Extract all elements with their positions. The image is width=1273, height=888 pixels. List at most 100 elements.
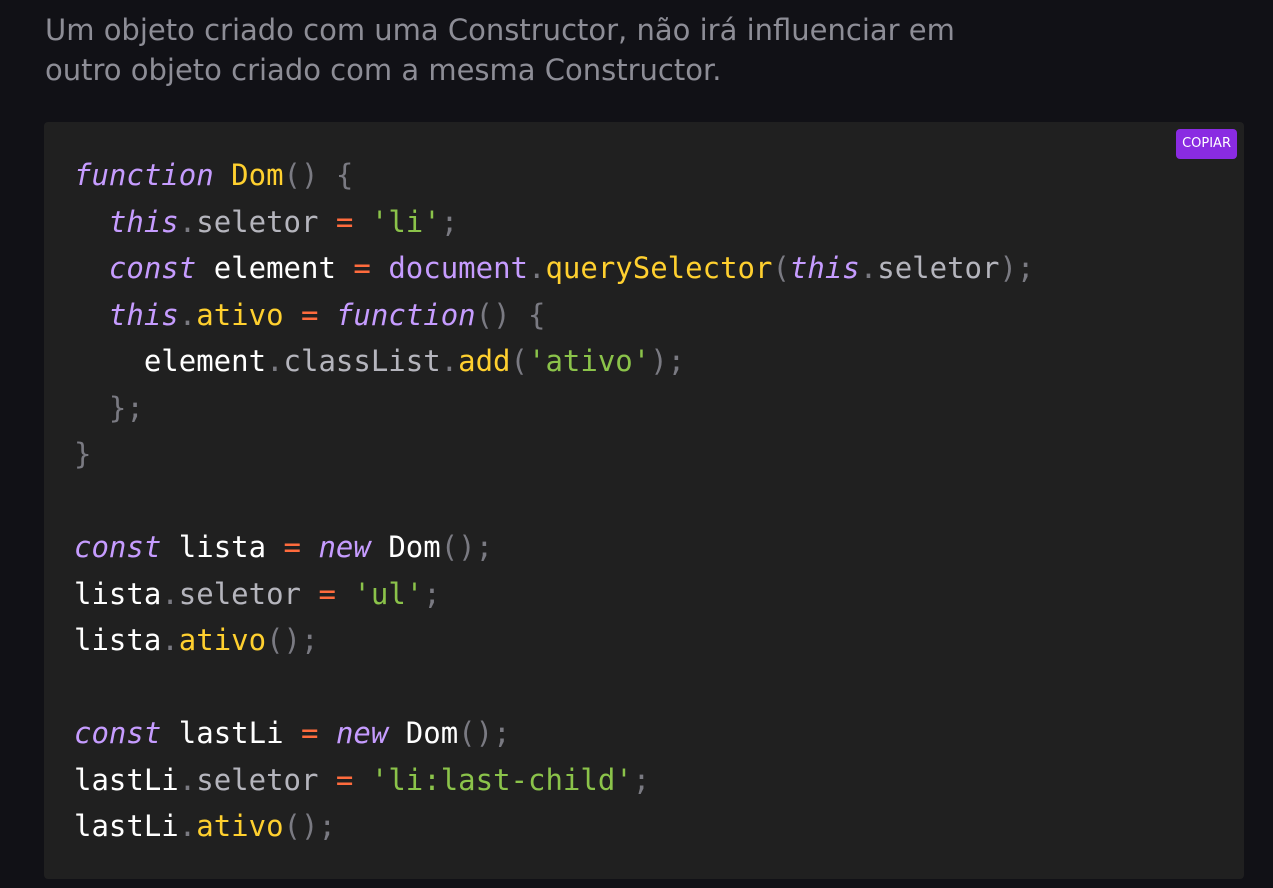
code-line: lista.seletor = 'ul'; xyxy=(74,571,1034,618)
code-token: ativo xyxy=(196,297,284,332)
code-token: . xyxy=(161,576,179,611)
code-token: const xyxy=(74,716,162,750)
code-line: const lastLi = new Dom(); xyxy=(74,710,1034,757)
code-token: (); xyxy=(440,530,494,564)
code-line: lastLi.seletor = 'li:last-child'; xyxy=(74,757,1034,804)
code-token: seletor xyxy=(877,251,1000,285)
code-block: COPIAR function Dom() { this.seletor = '… xyxy=(44,122,1244,879)
code-token: . xyxy=(859,251,878,285)
code-token: } xyxy=(74,437,92,471)
code-token: . xyxy=(440,344,459,378)
code-token: lastLi xyxy=(161,716,301,750)
code-token: lista xyxy=(161,530,284,564)
code-token: function xyxy=(74,158,214,192)
code-token: lastLi xyxy=(74,809,179,843)
code-token: . xyxy=(161,623,179,657)
code-token: ; xyxy=(423,576,441,611)
code-token: ; xyxy=(632,762,651,797)
intro-line: outro objeto criado com a mesma Construc… xyxy=(45,53,722,87)
code-token: = xyxy=(353,251,371,285)
code-token: ); xyxy=(999,251,1035,285)
code-token: = xyxy=(335,762,354,797)
intro-paragraph: Um objeto criado com uma Constructor, nã… xyxy=(45,10,1145,90)
code-line: lista.ativo(); xyxy=(74,617,1034,664)
code-token: . xyxy=(178,762,197,797)
code-token: ; xyxy=(440,204,459,239)
code-token: seletor xyxy=(196,204,319,239)
code-line: function Dom() { xyxy=(74,152,1034,199)
code-line: this.seletor = 'li'; xyxy=(74,199,1034,246)
code-token: = xyxy=(335,204,354,239)
code-token: classList xyxy=(283,344,441,378)
code-token: document xyxy=(388,251,528,285)
code-token: (); xyxy=(266,623,319,657)
code-token: 'li:last-child' xyxy=(370,762,633,797)
code-token: 'ul' xyxy=(353,576,424,611)
code-token: = xyxy=(318,576,336,611)
code-token: () { xyxy=(475,297,546,332)
code-token: . xyxy=(266,344,284,378)
code-line: const element = document.querySelector(t… xyxy=(74,245,1034,292)
code-token: = xyxy=(283,530,301,564)
code-token: querySelector xyxy=(545,251,773,285)
code-token: = xyxy=(301,297,319,332)
code-token: lista xyxy=(74,576,162,611)
code-token: Dom xyxy=(231,158,284,192)
code-token: . xyxy=(528,251,546,285)
code-line: lastLi.ativo(); xyxy=(74,803,1034,850)
code-token: const xyxy=(108,251,197,285)
intro-line: Um objeto criado com uma Constructor, nã… xyxy=(45,13,955,47)
code-token: = xyxy=(301,716,319,750)
code-token: ( xyxy=(510,344,528,378)
code-token: (); xyxy=(458,716,511,750)
code-token: 'li' xyxy=(370,204,441,239)
code-token: ativo xyxy=(196,809,284,843)
code-line: this.ativo = function() { xyxy=(74,292,1034,339)
code-line: element.classList.add('ativo'); xyxy=(74,338,1034,385)
code-token: new xyxy=(318,530,371,564)
code-token: ativo xyxy=(178,623,267,657)
code-token: () { xyxy=(283,158,354,192)
code-token: lastLi xyxy=(74,762,179,797)
code-token: element xyxy=(196,251,354,285)
code-token: seletor xyxy=(178,576,301,611)
code-token: seletor xyxy=(196,762,319,797)
copy-button[interactable]: COPIAR xyxy=(1176,129,1237,159)
code-token: ( xyxy=(772,251,790,285)
code-line: } xyxy=(74,431,1034,478)
code-token: this xyxy=(789,251,860,285)
code-token: add xyxy=(458,344,511,378)
code-token: (); xyxy=(283,809,336,843)
code-token: function xyxy=(335,297,476,332)
code-token: const xyxy=(74,530,162,564)
code-token: }; xyxy=(108,390,144,425)
code-token: ); xyxy=(650,344,686,378)
code-token: . xyxy=(178,809,197,843)
code-token: this xyxy=(108,204,179,239)
code-content: function Dom() { this.seletor = 'li'; co… xyxy=(74,152,1034,850)
code-token: new xyxy=(335,716,389,750)
code-token: Dom xyxy=(370,530,441,564)
code-token: 'ativo' xyxy=(528,344,651,378)
code-token: . xyxy=(178,204,197,239)
code-token: lista xyxy=(74,623,162,657)
code-line: }; xyxy=(74,385,1034,432)
code-token: . xyxy=(178,297,197,332)
